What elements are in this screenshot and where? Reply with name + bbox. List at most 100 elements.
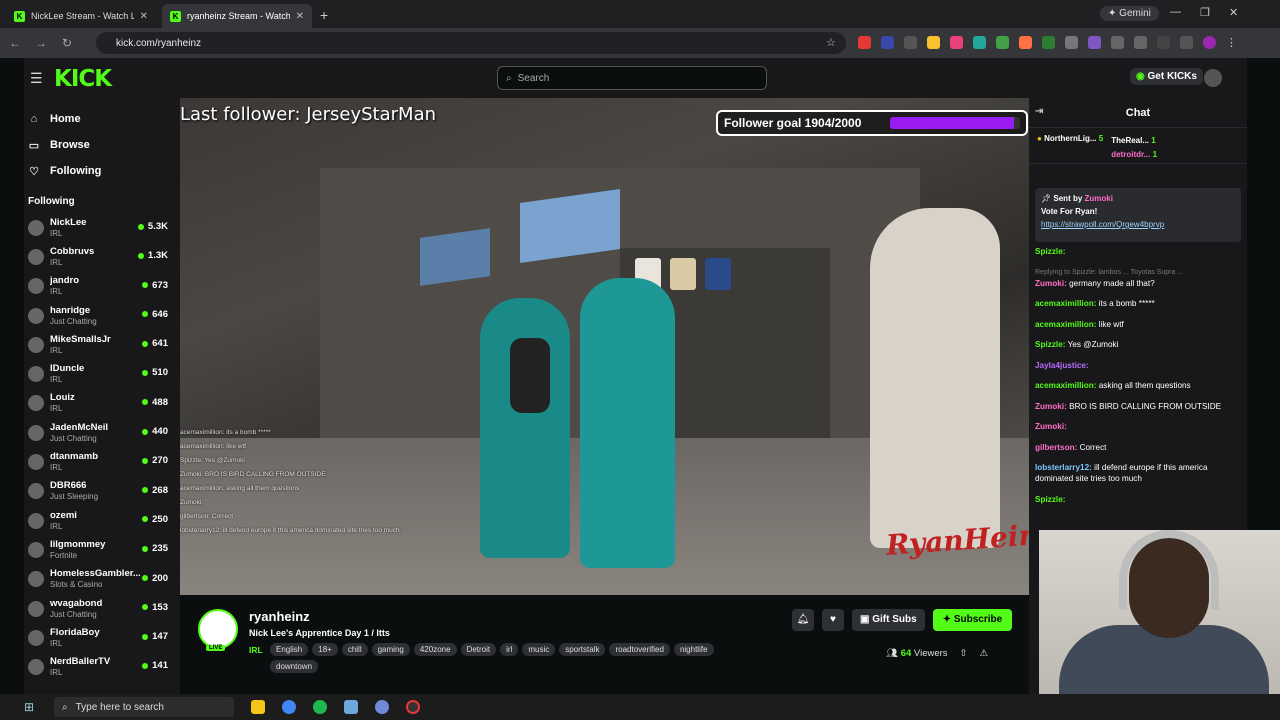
- obs-icon[interactable]: [406, 700, 420, 714]
- kick-logo[interactable]: KICK: [54, 66, 112, 92]
- chat-username[interactable]: Jayla4justice:: [1035, 361, 1089, 370]
- pinned-link[interactable]: https://strawpoll.com/Qrgew4bprvp: [1041, 220, 1164, 229]
- stream-tag[interactable]: sportstalk: [559, 643, 606, 656]
- windows-start-icon[interactable]: ⊞: [24, 700, 46, 714]
- address-bar[interactable]: kick.com/ryanheinz: [96, 32, 846, 54]
- extension-icon[interactable]: [927, 36, 940, 49]
- bookmark-star-icon[interactable]: ☆: [826, 36, 836, 49]
- extension-icon[interactable]: [904, 36, 917, 49]
- following-item[interactable]: Cobbruvs IRL 1.3K: [24, 242, 180, 271]
- new-tab-button[interactable]: +: [320, 4, 328, 28]
- channel-name[interactable]: ryanheinz: [249, 609, 310, 624]
- profile-avatar[interactable]: [1203, 36, 1216, 49]
- spotify-icon[interactable]: [313, 700, 327, 714]
- nav-following[interactable]: ♡ Following: [24, 158, 180, 184]
- extension-icon[interactable]: [1111, 36, 1124, 49]
- chat-username[interactable]: acemaximillion:: [1035, 381, 1096, 390]
- extension-icon[interactable]: [1088, 36, 1101, 49]
- stream-tag[interactable]: chill: [341, 643, 368, 656]
- chat-username[interactable]: Zumoki:: [1035, 279, 1067, 288]
- forward-icon[interactable]: →: [30, 36, 52, 50]
- stream-tag[interactable]: English: [270, 643, 309, 656]
- taskbar-search[interactable]: ⌕ Type here to search: [54, 697, 234, 717]
- subscribe-button[interactable]: ✦ Subscribe: [932, 609, 1013, 631]
- minimize-icon[interactable]: —: [1170, 6, 1181, 18]
- reload-icon[interactable]: ↻: [56, 36, 78, 50]
- stream-tag[interactable]: roadtoverified: [609, 643, 670, 656]
- extension-icon[interactable]: [1134, 36, 1147, 49]
- search-input[interactable]: ⌕ Search: [497, 66, 767, 90]
- follow-heart-button[interactable]: ♥: [822, 609, 844, 631]
- chat-username[interactable]: acemaximillion:: [1035, 320, 1096, 329]
- notification-bell-button[interactable]: 🔔︎: [792, 609, 814, 631]
- get-kicks-button[interactable]: ◉ Get KICKs: [1130, 68, 1203, 85]
- following-item[interactable]: DBR666 Just Sleeping 268: [24, 477, 180, 506]
- chat-username[interactable]: Spizzle:: [1035, 495, 1065, 504]
- app-icon[interactable]: [344, 700, 358, 714]
- chat-username[interactable]: gilbertson:: [1035, 443, 1077, 452]
- following-item[interactable]: HomelessGambler... Slots & Casino 200: [24, 565, 180, 594]
- following-item[interactable]: wvagabond Just Chatting 153: [24, 594, 180, 623]
- tab-ryanheinz[interactable]: K ryanheinz Stream - Watch L ✕: [162, 4, 312, 28]
- chat-username[interactable]: Zumoki:: [1035, 402, 1067, 411]
- close-tab-icon[interactable]: ✕: [296, 11, 304, 22]
- gifter-item[interactable]: TheReal... 1 detroitdr... 1: [1111, 134, 1157, 159]
- chat-username[interactable]: Spizzle:: [1035, 340, 1065, 349]
- extension-icon[interactable]: [1042, 36, 1055, 49]
- extension-icon[interactable]: [858, 36, 871, 49]
- chat-username[interactable]: Zumoki:: [1035, 422, 1067, 431]
- video-player[interactable]: Last follower: JerseyStarMan Follower go…: [180, 98, 1029, 595]
- following-item[interactable]: JadenMcNeil Just Chatting 440: [24, 418, 180, 447]
- close-window-icon[interactable]: ✕: [1229, 6, 1238, 19]
- following-item[interactable]: NerdBallerTV IRL 141: [24, 652, 180, 681]
- following-item[interactable]: FloridaBoy IRL 147: [24, 623, 180, 652]
- nav-browse[interactable]: ▭ Browse: [24, 132, 180, 158]
- following-item[interactable]: jandro IRL 673: [24, 272, 180, 301]
- chat-username[interactable]: lobsterlarry12:: [1035, 463, 1092, 472]
- pinned-sender[interactable]: Zumoki: [1085, 194, 1113, 203]
- user-avatar[interactable]: [1204, 69, 1222, 87]
- stream-tag[interactable]: music: [522, 643, 556, 656]
- gifter-item[interactable]: ● NorthernLig... 5: [1037, 134, 1103, 157]
- extension-icon[interactable]: [996, 36, 1009, 49]
- back-icon[interactable]: ←: [4, 36, 26, 50]
- following-item[interactable]: Louiz IRL 488: [24, 389, 180, 418]
- stream-tag[interactable]: Detroit: [460, 643, 497, 656]
- extension-icon[interactable]: [1019, 36, 1032, 49]
- chat-username[interactable]: Spizzle:: [1035, 247, 1065, 256]
- discord-icon[interactable]: [375, 700, 389, 714]
- gemini-button[interactable]: ✦ Gemini: [1100, 6, 1159, 21]
- stream-tag[interactable]: nightlife: [673, 643, 714, 656]
- close-tab-icon[interactable]: ✕: [140, 11, 148, 22]
- hamburger-menu-icon[interactable]: ☰: [30, 70, 43, 87]
- stream-tag[interactable]: irl: [500, 643, 519, 656]
- report-icon[interactable]: ⚠: [980, 648, 989, 659]
- channel-avatar[interactable]: [198, 609, 238, 649]
- tab-nicklee[interactable]: K NickLee Stream - Watch Live on ✕: [6, 4, 156, 28]
- maximize-icon[interactable]: ❐: [1200, 6, 1210, 19]
- stream-tag[interactable]: 18+: [312, 643, 338, 656]
- following-item[interactable]: NickLee IRL 5.3K: [24, 213, 180, 242]
- share-icon[interactable]: ⇧: [960, 648, 968, 659]
- following-item[interactable]: lilgmommey Fortnite 235: [24, 535, 180, 564]
- extension-icon[interactable]: [1180, 36, 1193, 49]
- menu-kebab-icon[interactable]: ⋮: [1226, 36, 1239, 49]
- extension-icon[interactable]: [1157, 36, 1170, 49]
- nav-home[interactable]: ⌂ Home: [24, 106, 180, 132]
- following-item[interactable]: IDuncle IRL 510: [24, 359, 180, 388]
- collapse-chat-icon[interactable]: ⇥: [1035, 106, 1043, 117]
- following-item[interactable]: MikeSmallsJr IRL 641: [24, 330, 180, 359]
- stream-tag[interactable]: downtown: [270, 660, 319, 673]
- following-item[interactable]: hanridge Just Chatting 646: [24, 301, 180, 330]
- following-item[interactable]: ozemi IRL 250: [24, 506, 180, 535]
- extension-icon[interactable]: [881, 36, 894, 49]
- stream-tag[interactable]: 420zone: [413, 643, 457, 656]
- following-item[interactable]: dtanmamb IRL 270: [24, 447, 180, 476]
- gift-subs-button[interactable]: ▣ Gift Subs: [852, 609, 925, 631]
- extension-icon[interactable]: [950, 36, 963, 49]
- extension-icon[interactable]: [1065, 36, 1078, 49]
- extension-icon[interactable]: [973, 36, 986, 49]
- stream-category[interactable]: IRL: [249, 645, 263, 655]
- file-explorer-icon[interactable]: [251, 700, 265, 714]
- chat-username[interactable]: acemaximillion:: [1035, 299, 1096, 308]
